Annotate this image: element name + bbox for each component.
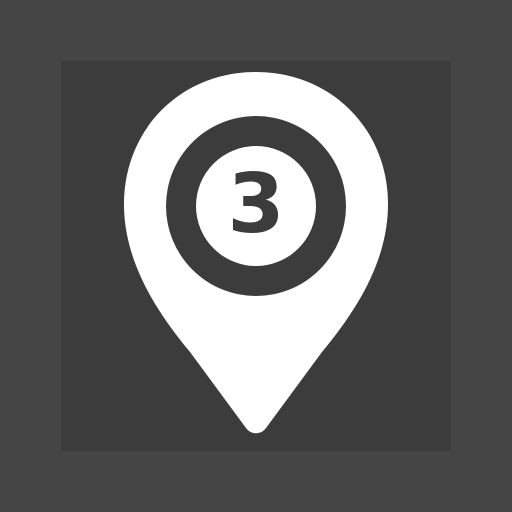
pin-number: 3 [227, 157, 285, 252]
icon-canvas: 3 [0, 0, 512, 512]
